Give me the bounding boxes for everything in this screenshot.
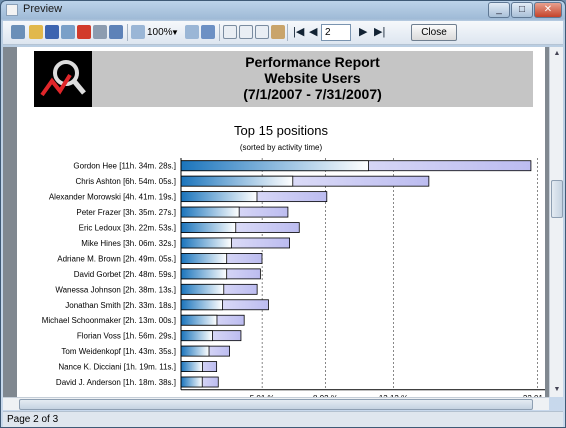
report-subtitle: Website Users [264,70,361,86]
report-title: Performance Report [245,54,380,70]
preview-viewport[interactable]: Performance Report Website Users (7/1/20… [3,47,549,397]
category-label: Adriane M. Brown [2h. 49m. 05s.] [57,254,176,263]
edit-icon[interactable] [271,25,285,39]
title-bar[interactable]: Preview _ □ ✕ [1,1,565,19]
last-page-button[interactable]: ▶| [374,24,385,41]
activity-time-bar [180,361,203,372]
minimize-button[interactable]: _ [488,2,510,18]
zoom-out-icon[interactable] [185,25,199,39]
activity-time-bar [180,253,228,264]
category-label: David J. Anderson [1h. 18m. 38s.] [56,378,176,387]
status-bar: Page 2 of 3 [3,411,563,427]
category-label: Chris Ashton [6h. 54m. 05s.] [76,177,177,186]
close-window-button[interactable]: ✕ [534,2,562,18]
activity-time-bar [180,237,232,249]
toolbar-separator [127,24,128,41]
activity-time-bar [180,283,225,295]
category-label: Alexander Morowski [4h. 41m. 19s.] [49,193,176,202]
activity-time-bar [180,191,258,203]
horizontal-scroll-thumb[interactable] [19,399,533,410]
report-header: Performance Report Website Users (7/1/20… [34,51,533,107]
activity-time-bar [180,222,237,233]
activity-time-bar [180,330,213,342]
activity-time-bar [180,175,294,187]
category-label: Wanessa Johnson [2h. 38m. 13s.] [55,285,176,294]
category-label: Michael Schoonmaker [2h. 13m. 00s.] [42,316,176,325]
chart-title: Top 15 positions [234,123,328,138]
report-date-range: (7/1/2007 - 7/31/2007) [243,86,382,102]
page-number-input[interactable]: 2 [321,24,351,41]
activity-time-bar [180,299,223,311]
report-page: Performance Report Website Users (7/1/20… [17,47,545,397]
single-page-icon[interactable] [223,25,237,39]
maximize-button[interactable]: □ [511,2,533,18]
activity-time-bar [180,268,228,280]
category-label: David Gorbet [2h. 48m. 59s.] [74,270,176,279]
multi-page-icon[interactable] [255,25,269,39]
chart-subtitle: (sorted by activity time) [239,143,323,152]
prev-page-button[interactable]: ◀ [309,24,317,41]
vertical-scroll-thumb[interactable] [551,180,563,218]
fit-page-icon[interactable] [201,25,215,39]
preview-window: Preview _ □ ✕ 100% ▼ |◀ ◀ 2 ▶ ▶| Close P… [0,0,566,428]
activity-time-bar [180,376,203,388]
first-page-button[interactable]: |◀ [293,24,304,41]
activity-time-bar [180,314,218,326]
toolbar: 100% ▼ |◀ ◀ 2 ▶ ▶| Close [3,21,563,45]
category-label: Nance K. Dicciani [1h. 19m. 11s.] [58,363,176,372]
vertical-scrollbar[interactable]: ▲ ▼ [549,47,563,397]
open-folder-icon[interactable] [29,25,43,39]
horizontal-scrollbar[interactable] [3,397,549,410]
next-page-button[interactable]: ▶ [359,24,367,41]
category-label: Gordon Hee [11h. 34m. 28s.] [73,162,176,171]
activity-time-bar [180,206,240,218]
export-icon[interactable] [61,25,75,39]
category-label: Jonathan Smith [2h. 33m. 18s.] [65,301,176,310]
pdf-icon[interactable] [77,25,91,39]
two-pages-icon[interactable] [239,25,253,39]
save-icon[interactable] [45,25,59,39]
scroll-down-icon[interactable]: ▼ [550,383,564,397]
category-label: Peter Frazer [3h. 35m. 27s.] [76,208,176,217]
category-label: Tom Weidenkopf [1h. 43m. 35s.] [61,347,176,356]
window-title: Preview [23,3,63,15]
activity-time-bar [180,160,369,172]
zoom-dropdown-icon[interactable]: ▼ [171,24,179,41]
app-icon [6,4,18,16]
category-label: Eric Ledoux [3h. 22m. 53s.] [79,224,176,233]
zoom-in-icon[interactable] [131,25,145,39]
find-icon[interactable] [109,25,123,39]
report-logo [34,51,92,107]
close-button[interactable]: Close [411,24,457,41]
toolbar-separator [287,24,288,41]
bar-chart: 5.01 %8.92 %13.12 %22.01 %Gordon Hee [11… [42,158,545,397]
activity-time-bar [180,345,210,357]
category-label: Mike Hines [3h. 06m. 32s.] [81,239,176,248]
send-icon[interactable] [93,25,107,39]
toolbar-separator [219,24,220,41]
print-icon[interactable] [11,25,25,39]
category-label: Florian Voss [1h. 56m. 29s.] [77,332,176,341]
scroll-up-icon[interactable]: ▲ [550,47,564,61]
